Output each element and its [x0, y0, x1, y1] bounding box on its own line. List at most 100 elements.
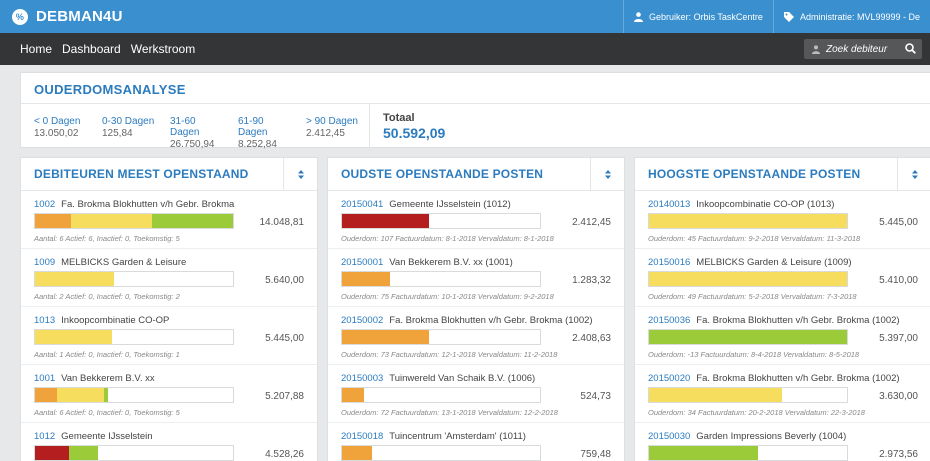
row-meta: Aantal: 6 Actief: 6, Inactief: 0, Toekom…: [34, 234, 180, 243]
row-title: 20150041 Gemeente IJsselstein (1012): [341, 199, 511, 210]
row-code-link[interactable]: 1013: [34, 315, 55, 326]
row-name: Van Bekkerem B.V. xx: [61, 373, 155, 384]
row-name: MELBICKS Garden & Leisure (1009): [696, 257, 852, 268]
aging-bucket-value: 2.412,45: [306, 128, 345, 139]
list-item[interactable]: 1001 Van Bekkerem B.V. xx 5.207,88 Aantal: …: [21, 365, 317, 423]
amount-bar: [648, 213, 848, 229]
bar-segment-green: [649, 330, 847, 344]
row-amount: 2.412,45: [572, 217, 611, 228]
row-code-link[interactable]: 20150016: [648, 257, 690, 268]
row-title: 20150016 MELBICKS Garden & Leisure (1009): [648, 257, 852, 268]
list-item[interactable]: 1002 Fa. Brokma Blokhutten v/h Gebr. Brok…: [21, 191, 317, 249]
row-amount: 1.283,32: [572, 275, 611, 286]
row-title: 1009 MELBICKS Garden & Leisure: [34, 257, 186, 268]
row-meta: Aantal: 2 Actief: 0, Inactief: 0, Toekom…: [34, 292, 180, 301]
sort-icon: [911, 169, 918, 179]
list-item[interactable]: 20150041 Gemeente IJsselstein (1012) 2.412…: [328, 191, 624, 249]
row-code-link[interactable]: 20150018: [341, 431, 383, 442]
sort-button[interactable]: [590, 158, 624, 190]
user-label: Gebruiker: Orbis TaskCentre: [649, 11, 763, 22]
row-meta: Ouderdom: 72 Factuurdatum: 13-1-2018 Ver…: [341, 408, 558, 417]
aging-total-label: Totaal: [383, 112, 415, 124]
aging-bucket[interactable]: 0-30 Dagen 125,84: [89, 104, 157, 148]
row-code-link[interactable]: 20150036: [648, 315, 690, 326]
row-code-link[interactable]: 20150002: [341, 315, 383, 326]
bar-segment-orange: [342, 330, 430, 344]
list-item[interactable]: 20150001 Van Bekkerem B.V. xx (1001) 1.283…: [328, 249, 624, 307]
user-icon: [812, 44, 820, 54]
amount-bar: [648, 445, 848, 461]
row-amount: 14.048,81: [259, 217, 305, 228]
amount-bar: [34, 271, 234, 287]
bar-segment-yellow: [649, 272, 847, 286]
row-code-link[interactable]: 20140013: [648, 199, 690, 210]
row-code-link[interactable]: 1012: [34, 431, 55, 442]
list-item[interactable]: 20150020 Fa. Brokma Blokhutten v/h Gebr. …: [635, 365, 930, 423]
aging-bucket[interactable]: > 90 Dagen 2.412,45: [293, 104, 361, 148]
brand[interactable]: % DEBMAN4U: [0, 8, 123, 25]
list-item[interactable]: 1013 Inkoopcombinatie CO-OP 5.445,00 Aantal…: [21, 307, 317, 365]
row-code-link[interactable]: 20150001: [341, 257, 383, 268]
bar-segment-green: [68, 446, 99, 460]
bar-segment-orange: [35, 388, 57, 402]
nav-dashboard[interactable]: Dashboard: [52, 42, 121, 56]
amount-bar: [34, 445, 234, 461]
row-meta: Aantal: 1 Actief: 0, Inactief: 0, Toekom…: [34, 350, 180, 359]
row-name: Garden Impressions Beverly (1004): [696, 431, 847, 442]
aging-bucket[interactable]: 61-90 Dagen 8.252,84: [225, 104, 293, 150]
sort-button[interactable]: [283, 158, 317, 190]
row-code-link[interactable]: 1001: [34, 373, 55, 384]
row-amount: 4.528,26: [265, 449, 304, 460]
row-meta: Ouderdom: 73 Factuurdatum: 12-1-2018 Ver…: [341, 350, 558, 359]
row-code-link[interactable]: 20150041: [341, 199, 383, 210]
row-code-link[interactable]: 1009: [34, 257, 55, 268]
row-meta: Ouderdom: 107 Factuurdatum: 8-1-2018 Ver…: [341, 234, 554, 243]
sort-button[interactable]: [897, 158, 930, 190]
row-code-link[interactable]: 1002: [34, 199, 55, 210]
row-code-link[interactable]: 20150003: [341, 373, 383, 384]
search-icon[interactable]: [905, 43, 916, 54]
search-input[interactable]: Zoek debiteur: [804, 39, 922, 59]
aging-bucket[interactable]: < 0 Dagen 13.050,02: [21, 104, 89, 148]
list-item[interactable]: 20150003 Tuinwereld Van Schaik B.V. (1006…: [328, 365, 624, 423]
row-title: 20150020 Fa. Brokma Blokhutten v/h Gebr. …: [648, 373, 900, 384]
aging-bucket[interactable]: 31-60 Dagen 26.750,94: [157, 104, 225, 150]
row-title: 1013 Inkoopcombinatie CO-OP: [34, 315, 169, 326]
aging-total-value: 50.592,09: [383, 125, 446, 141]
list-item[interactable]: 20140013 Inkoopcombinatie CO-OP (1013) 5.4…: [635, 191, 930, 249]
aging-bucket-value: 8.252,84: [238, 139, 277, 150]
list-item[interactable]: 1009 MELBICKS Garden & Leisure 5.640,00 Aan…: [21, 249, 317, 307]
bar-segment-red: [342, 214, 430, 228]
list-item[interactable]: 20150018 Tuincentrum 'Amsterdam' (1011) 75…: [328, 423, 624, 461]
user-menu[interactable]: Gebruiker: Orbis TaskCentre: [623, 0, 773, 33]
list-item[interactable]: 1012Gemeente IJsselstein4.528,26Aantal: …: [21, 423, 317, 461]
list-item[interactable]: 20150016 MELBICKS Garden & Leisure (1009)…: [635, 249, 930, 307]
row-amount: 524,73: [580, 391, 611, 402]
row-title: 1002 Fa. Brokma Blokhutten v/h Gebr. Brok…: [34, 199, 234, 210]
row-name: Tuincentrum 'Amsterdam' (1011): [389, 431, 526, 442]
row-name: Inkoopcombinatie CO-OP (1013): [696, 199, 835, 210]
row-name: Gemeente IJsselstein (1012): [389, 199, 511, 210]
administration-menu[interactable]: Administratie: MVL99999 - De: [772, 0, 930, 33]
amount-bar: [34, 213, 234, 229]
row-amount: 5.445,00: [265, 333, 304, 344]
amount-bar: [341, 213, 541, 229]
list-item[interactable]: 20150036 Fa. Brokma Blokhutten v/h Gebr. …: [635, 307, 930, 365]
nav-home[interactable]: Home: [0, 42, 52, 56]
row-code-link[interactable]: 20150030: [648, 431, 690, 442]
list-item[interactable]: 20150002 Fa. Brokma Blokhutten v/h Gebr. …: [328, 307, 624, 365]
amount-bar: [34, 387, 234, 403]
list-item[interactable]: 20150030 Garden Impressions Beverly (1004…: [635, 423, 930, 461]
row-title: 20150002 Fa. Brokma Blokhutten v/h Gebr. …: [341, 315, 593, 326]
nav-werkstroom[interactable]: Werkstroom: [121, 42, 195, 56]
amount-bar: [648, 271, 848, 287]
row-code-link[interactable]: 20150020: [648, 373, 690, 384]
sort-icon: [297, 169, 304, 179]
row-amount: 759,48: [580, 449, 611, 460]
bar-segment-orange: [342, 446, 372, 460]
row-name: Gemeente IJsselstein: [61, 431, 153, 442]
bar-segment-yellow: [649, 214, 847, 228]
row-amount: 3.630,00: [879, 391, 918, 402]
row-title: 20140013 Inkoopcombinatie CO-OP (1013): [648, 199, 834, 210]
aging-bucket-value: 125,84: [102, 128, 133, 139]
